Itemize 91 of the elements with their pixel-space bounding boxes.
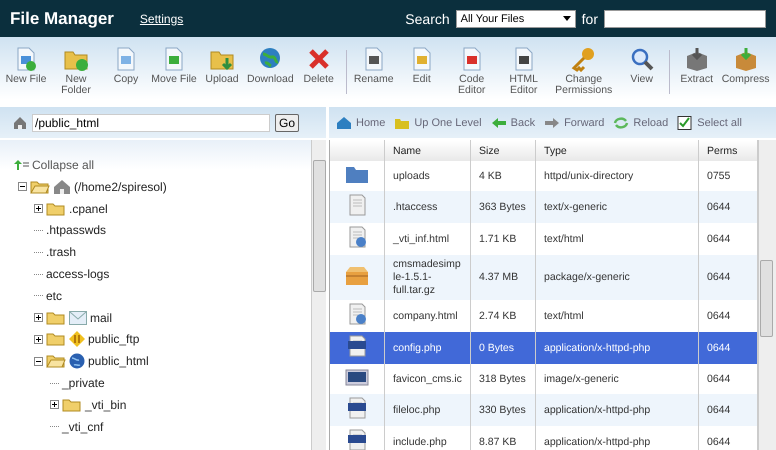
house-icon <box>13 116 27 130</box>
toolbar-button[interactable]: Download <box>247 46 294 85</box>
toolbar-button[interactable]: Delete <box>296 46 342 85</box>
tree-item[interactable]: access-logs <box>46 267 110 282</box>
search-field[interactable] <box>604 10 766 28</box>
folder-icon <box>46 332 66 346</box>
toolbar-button[interactable]: View <box>618 46 665 85</box>
globe-icon <box>69 353 85 370</box>
nav-button[interactable]: Reload <box>610 116 672 130</box>
envelope-icon <box>69 310 87 325</box>
tree-item[interactable]: public_html <box>88 354 149 368</box>
toolbar-button[interactable]: Upload <box>199 46 245 85</box>
file-row[interactable]: uploads 4 KB httpd/unix-directory 0755 <box>330 161 758 191</box>
tree-toggle[interactable] <box>34 356 43 366</box>
file-row[interactable]: favicon_cms.ic 318 Bytes image/x-generic 0644 <box>330 364 758 394</box>
toolbar-button[interactable]: Compress <box>722 46 770 85</box>
file-name: include.php <box>384 426 470 450</box>
collapse-all-link[interactable]: Collapse all <box>0 154 311 176</box>
folder-icon <box>46 354 66 368</box>
scrollbar[interactable] <box>311 140 326 450</box>
settings-link[interactable]: Settings <box>140 12 184 26</box>
image-file-icon <box>345 367 369 387</box>
toolbar-button[interactable]: Move File <box>151 46 197 85</box>
key-icon <box>570 46 597 72</box>
collapse-icon <box>14 160 30 170</box>
checkbox-icon <box>677 116 694 130</box>
tree-toggle[interactable] <box>18 182 27 192</box>
box-icon <box>345 266 369 286</box>
column-header[interactable]: Name <box>384 140 470 161</box>
column-header[interactable]: Size <box>470 140 536 161</box>
arrow-left-icon <box>490 116 507 130</box>
file-row[interactable]: company.html 2.74 KB text/html 0644 <box>330 300 758 332</box>
folder-icon <box>30 180 50 194</box>
tree-toggle[interactable] <box>34 313 43 322</box>
toolbar-button[interactable]: Edit <box>398 46 445 85</box>
toolbar-button[interactable]: Change Permissions <box>550 46 617 96</box>
nav-button[interactable]: Forward <box>541 116 608 130</box>
folder-icon <box>345 164 369 184</box>
tree-item[interactable]: .cpanel <box>69 202 108 216</box>
search-label: Search <box>405 10 450 26</box>
file-row[interactable]: _vti_inf.html 1.71 KB text/html 0644 <box>330 223 758 255</box>
for-label: for <box>582 10 598 26</box>
scrollbar[interactable] <box>758 140 776 450</box>
toolbar-button[interactable]: Copy <box>103 46 149 85</box>
tree-item[interactable]: .htpasswds <box>46 223 106 238</box>
nav-button[interactable]: Up One Level <box>391 116 485 130</box>
toolbar-button[interactable]: HTML Editor <box>498 46 549 96</box>
caret-icon <box>562 16 571 21</box>
folder-icon <box>46 202 66 216</box>
tree-toggle[interactable] <box>50 400 59 410</box>
toolbar-button[interactable]: New Folder <box>51 46 101 96</box>
arrow-right-icon <box>544 116 560 130</box>
file-row[interactable]: include.php 8.87 KB application/x-httpd-php 0644 <box>330 426 758 450</box>
script-file-icon <box>345 335 369 357</box>
column-header[interactable]: Perms <box>698 140 758 161</box>
tree-item[interactable]: _private <box>62 376 105 390</box>
nav-button[interactable]: Home <box>333 116 388 130</box>
tree-toggle[interactable] <box>34 334 43 344</box>
toolbar-button[interactable]: Code Editor <box>446 46 497 96</box>
diamond-icon <box>69 331 85 348</box>
tree-item[interactable]: etc <box>46 288 62 303</box>
toolbar-button[interactable]: New File <box>3 46 49 85</box>
tree-item[interactable]: _vti_cnf <box>62 420 104 434</box>
toolbar-button[interactable]: Extract <box>674 46 720 85</box>
search-scope-select[interactable]: All Your Files <box>456 10 576 28</box>
file-row[interactable]: config.php 0 Bytes application/x-httpd-php 0644 <box>330 332 758 364</box>
file-size: 8.87 KB <box>470 426 536 450</box>
tree-item[interactable]: (/home2/spiresol) <box>74 180 167 194</box>
file-row[interactable]: .htaccess 363 Bytes text/x-generic 0644 <box>330 191 758 223</box>
column-header[interactable]: Type <box>536 140 698 161</box>
folder-icon <box>46 310 66 325</box>
folder-icon <box>62 398 82 412</box>
nav-button[interactable]: Back <box>488 116 538 130</box>
script-file-icon <box>345 429 369 450</box>
go-button[interactable]: Go <box>275 114 300 132</box>
path-field[interactable]: /public_html <box>32 114 270 132</box>
toolbar-button[interactable]: Rename <box>350 46 397 85</box>
tree-item[interactable]: public_ftp <box>88 332 140 346</box>
house-icon <box>53 178 71 195</box>
tree-item[interactable]: .trash <box>46 245 76 260</box>
file-row[interactable]: fileloc.php 330 Bytes application/x-httpd-php 0644 <box>330 394 758 426</box>
file-type: application/x-httpd-php <box>536 426 698 450</box>
app-title: File Manager <box>10 8 114 28</box>
tree-toggle[interactable] <box>34 204 43 214</box>
tree-item[interactable]: _vti_bin <box>85 398 126 412</box>
nav-button[interactable]: Select all <box>674 116 745 130</box>
house-icon <box>336 116 352 130</box>
tree-item[interactable]: mail <box>90 310 112 325</box>
reload-icon <box>613 116 630 130</box>
file-row[interactable]: cmsmadesimple-1.5.1-full.tar.gz 4.37 MB package/x-generic 0644 <box>330 255 758 300</box>
script-file-icon <box>345 397 369 419</box>
